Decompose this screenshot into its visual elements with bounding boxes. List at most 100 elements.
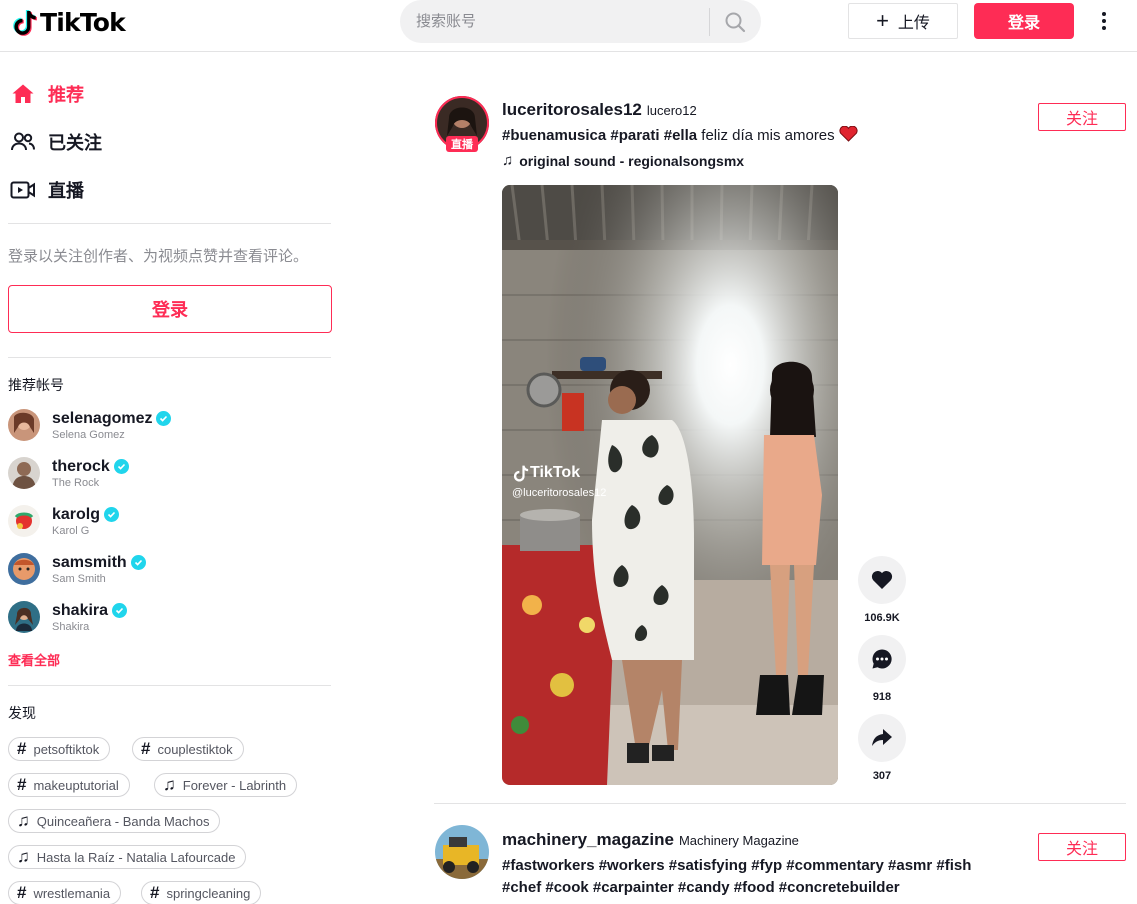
post-caption-line[interactable]: #chef #cook #carpainter #candy #food #co… (502, 877, 900, 899)
heart-icon (871, 571, 893, 589)
sidebar-divider (8, 685, 331, 686)
account-username: karolg (52, 505, 101, 523)
discover-tag[interactable]: # springcleaning (141, 881, 262, 904)
caption-text: feliz día mis amores (697, 127, 839, 144)
account-display-name: The Rock (52, 476, 100, 489)
tag-label: petsoftiktok (33, 741, 100, 757)
discover-title: 发现 (8, 705, 36, 721)
avatar (8, 601, 40, 633)
verified-icon (104, 507, 120, 522)
following-icon (10, 129, 36, 155)
tiktok-watermark-icon (513, 465, 529, 482)
video-player[interactable]: TikTok @luceritorosales12 (502, 185, 838, 785)
login-tip-text: 登录以关注创作者、为视频点赞并查看评论。 (8, 248, 309, 265)
avatar (8, 505, 40, 537)
discover-tag[interactable]: # couplestiktok (132, 737, 244, 761)
hashtag-icon: # (150, 883, 160, 902)
nav-for-you[interactable]: 推荐 (10, 79, 84, 109)
account-username: shakira (52, 601, 109, 619)
search-button[interactable] (710, 0, 760, 43)
verified-icon (130, 555, 146, 570)
post-caption-line[interactable]: #fastworkers #workers #satisfying #fyp #… (502, 855, 971, 877)
comment-icon (872, 649, 892, 669)
account-username: selenagomez (52, 409, 153, 427)
suggested-account-selenagomez[interactable]: selenagomez Selena Gomez (8, 405, 172, 445)
discover-tag[interactable]: ♫ Forever - Labrinth (154, 773, 298, 797)
discover-tag[interactable]: # wrestlemania (8, 881, 122, 904)
see-all-link[interactable]: 查看全部 (8, 650, 60, 669)
follow-button[interactable]: 关注 (1038, 103, 1126, 131)
search-input[interactable] (416, 13, 706, 30)
account-display-name: Sam Smith (52, 572, 106, 585)
nav-label: 已关注 (48, 133, 102, 153)
suggested-account-karolg[interactable]: karolg Karol G (8, 501, 120, 541)
tiktok-logo-icon (13, 10, 37, 36)
suggested-account-therock[interactable]: therock The Rock (8, 453, 129, 493)
sidebar-divider (8, 223, 331, 224)
nav-live[interactable]: 直播 (10, 175, 84, 205)
music-note-icon: ♫ (17, 811, 30, 830)
share-button[interactable] (858, 714, 906, 762)
verified-icon (156, 411, 172, 426)
search-bar (400, 0, 761, 43)
like-action: 106.9K (858, 556, 906, 624)
video-watermark: TikTok @luceritorosales12 (512, 463, 606, 499)
tag-label: Hasta la Raíz - Natalia Lafourcade (36, 849, 236, 865)
login-button[interactable]: 登录 (974, 3, 1074, 39)
upload-label: 上传 (897, 15, 930, 32)
upload-button[interactable]: + 上传 (848, 3, 958, 39)
tiktok-logo[interactable]: TikTok (12, 6, 126, 38)
avatar (8, 409, 40, 441)
share-arrow-icon (872, 729, 892, 746)
suggested-account-samsmith[interactable]: samsmith Sam Smith (8, 549, 146, 589)
post-music[interactable]: ♫ original sound - regionalsongsmx (502, 152, 744, 169)
caption-hashtags[interactable]: #buenamusica #parati #ella (502, 127, 697, 144)
discover-tag[interactable]: # makeuptutorial (8, 773, 130, 797)
tag-label: Quinceañera - Banda Machos (36, 813, 210, 829)
suggested-account-shakira[interactable]: shakira Shakira (8, 597, 128, 637)
sidebar-login-button[interactable]: 登录 (8, 285, 332, 333)
discover-tag[interactable]: ♫ Hasta la Raíz - Natalia Lafourcade (8, 845, 247, 869)
follow-button[interactable]: 关注 (1038, 833, 1126, 861)
tag-label: springcleaning (166, 885, 251, 901)
hashtag-icon: # (17, 739, 27, 758)
post-nickname: Machinery Magazine (678, 833, 799, 848)
comment-count: 918 (872, 691, 892, 703)
tag-label: couplestiktok (157, 741, 233, 757)
account-username: samsmith (52, 553, 127, 571)
post-username: luceritorosales12 (502, 100, 642, 119)
dot (1102, 12, 1106, 16)
top-header: TikTok + 上传 登录 (0, 0, 1137, 52)
dot (1102, 26, 1106, 30)
heart-emoji-icon (839, 125, 858, 142)
post-author[interactable]: luceritorosales12 lucero12 (502, 100, 697, 120)
music-note-icon: ♫ (17, 847, 30, 866)
tag-label: makeuptutorial (33, 777, 119, 793)
suggested-accounts-title: 推荐帐号 (8, 377, 64, 393)
sidebar: 推荐 已关注 直播 登录以关注创作者、为视频点赞并查看评论。 登录 推荐帐号 s… (0, 53, 340, 904)
like-button[interactable] (858, 556, 906, 604)
search-icon (725, 12, 746, 32)
tag-label: wrestlemania (33, 885, 111, 901)
nav-label: 推荐 (48, 85, 84, 105)
watermark-username: @luceritorosales12 (512, 487, 607, 499)
hashtag-icon: # (141, 739, 151, 758)
comment-button[interactable] (858, 635, 906, 683)
post-author-avatar[interactable] (435, 825, 489, 879)
account-display-name: Selena Gomez (52, 428, 125, 441)
dot (1102, 19, 1106, 23)
more-menu-icon[interactable] (1094, 8, 1114, 34)
tag-label: Forever - Labrinth (182, 777, 287, 793)
logo-text: TikTok (40, 7, 126, 37)
post-author[interactable]: machinery_magazine Machinery Magazine (502, 830, 799, 850)
nav-following[interactable]: 已关注 (10, 127, 102, 157)
discover-tag[interactable]: ♫ Quinceañera - Banda Machos (8, 809, 221, 833)
post-username: machinery_magazine (502, 830, 674, 849)
hashtag-icon: # (17, 775, 27, 794)
discover-tag[interactable]: # petsoftiktok (8, 737, 111, 761)
watermark-brand: TikTok (530, 464, 581, 481)
sidebar-divider (8, 357, 331, 358)
nav-label: 直播 (48, 181, 84, 201)
verified-icon (113, 459, 129, 474)
post-caption: #buenamusica #parati #ella feliz día mis… (502, 125, 858, 147)
